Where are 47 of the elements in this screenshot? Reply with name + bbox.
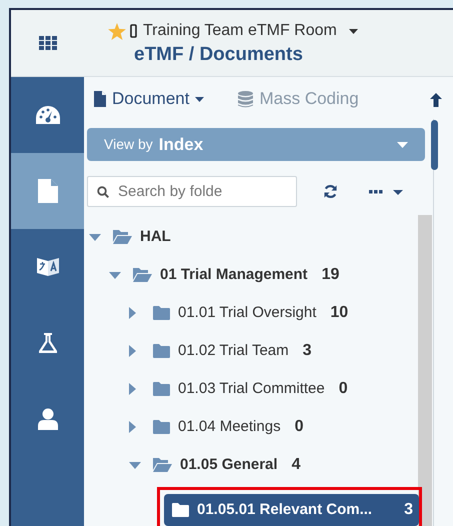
search-field[interactable]: Search by folde bbox=[87, 176, 297, 207]
folder-icon bbox=[153, 382, 170, 396]
caret-down-icon bbox=[129, 462, 141, 468]
tree-item[interactable]: 01.03 Trial Committee 0 bbox=[151, 373, 348, 405]
tree-item[interactable]: 01.04 Meetings 0 bbox=[151, 411, 304, 443]
refresh-icon[interactable] bbox=[323, 184, 338, 199]
folder-icon bbox=[153, 344, 170, 358]
caret-right-icon bbox=[129, 307, 136, 319]
scrollbar-track[interactable] bbox=[418, 215, 432, 526]
flask-icon bbox=[38, 333, 58, 353]
folder-icon bbox=[172, 503, 189, 517]
tree-item[interactable]: HAL bbox=[111, 221, 171, 253]
caret-right-icon bbox=[129, 345, 136, 357]
translate-icon bbox=[36, 256, 60, 278]
caret-right-icon bbox=[129, 383, 136, 395]
open-folder-icon bbox=[153, 458, 172, 472]
more-menu-icon[interactable] bbox=[369, 188, 405, 196]
user-icon bbox=[38, 408, 58, 430]
gauge-icon bbox=[36, 106, 60, 124]
apps-grid-icon[interactable] bbox=[38, 36, 56, 50]
folder-icon bbox=[153, 420, 170, 434]
caret-down-icon bbox=[109, 272, 121, 278]
tree-item[interactable]: 01.02 Trial Team 3 bbox=[151, 335, 312, 367]
caret-icon bbox=[195, 96, 204, 102]
phone-icon bbox=[130, 24, 137, 38]
open-folder-icon bbox=[133, 268, 152, 282]
tree-item[interactable]: 01.05 General 4 bbox=[151, 449, 300, 481]
document-icon bbox=[38, 179, 58, 203]
sidebar-item[interactable] bbox=[11, 153, 84, 229]
scrollbar-thumb[interactable] bbox=[431, 120, 438, 170]
document-menu[interactable]: Document bbox=[94, 86, 204, 112]
caret-icon bbox=[348, 28, 358, 34]
star-icon[interactable] bbox=[108, 22, 126, 40]
room-selector[interactable]: Training Team eTMF Room bbox=[143, 19, 358, 44]
database-icon bbox=[238, 90, 254, 108]
caret-icon bbox=[397, 142, 408, 148]
tree-item[interactable]: 01.01 Trial Oversight 10 bbox=[151, 297, 348, 329]
tree-item[interactable]: 01.05.01 Relevant Com... 3 bbox=[164, 494, 419, 526]
caret-right-icon bbox=[129, 421, 136, 433]
arrow-up-icon[interactable] bbox=[430, 93, 442, 107]
tree-item[interactable]: 01 Trial Management 19 bbox=[131, 259, 340, 291]
open-folder-icon bbox=[113, 230, 132, 244]
search-icon bbox=[97, 186, 109, 198]
folder-icon bbox=[153, 306, 170, 320]
document-icon bbox=[94, 91, 106, 107]
page-title: eTMF / Documents bbox=[134, 43, 304, 67]
caret-down-icon bbox=[89, 234, 101, 240]
